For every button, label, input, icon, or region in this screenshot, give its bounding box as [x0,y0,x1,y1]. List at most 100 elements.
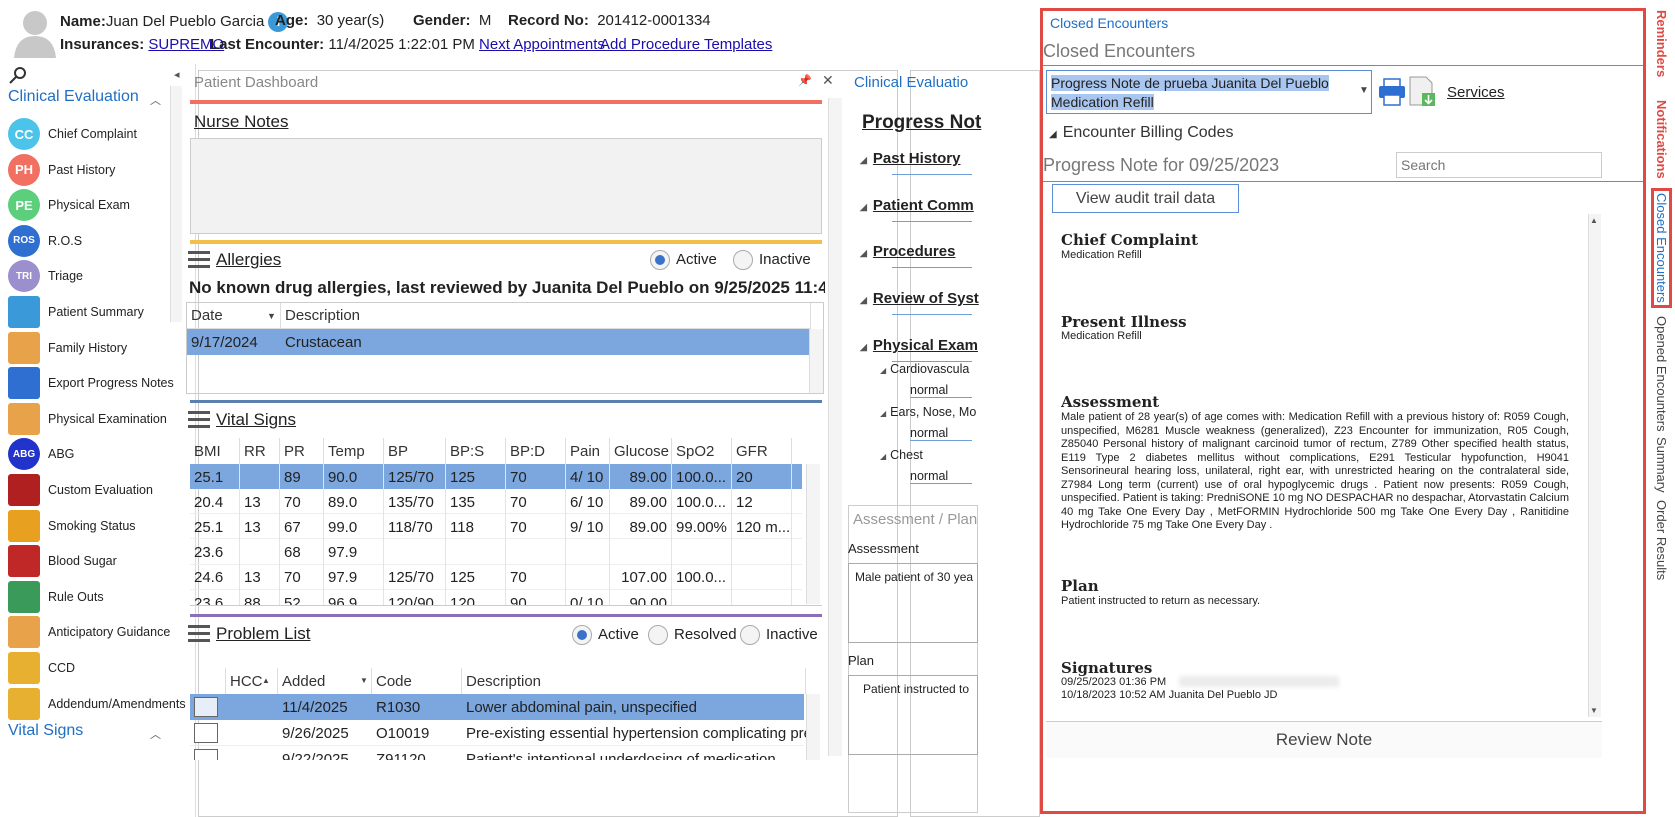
problems-resolved-radio[interactable] [648,625,668,645]
ce-section-past-history[interactable]: ◢ Past History [860,150,960,167]
sidebar-item-export-progress-notes[interactable]: Export Progress Notes [8,366,174,400]
sidebar-item-blood-sugar[interactable]: Blood Sugar [8,544,117,578]
sort-up-icon[interactable]: ▲ [262,676,270,685]
sidebar-item-chief-complaint[interactable]: CC Chief Complaint [8,117,137,151]
allergies-title[interactable]: Allergies [216,250,281,270]
problem-header-code[interactable]: Code [372,668,462,694]
problems-title[interactable]: Problem List [216,624,310,644]
sidebar-item-r-o-s[interactable]: ROS R.O.S [8,224,82,258]
vitals-row[interactable]: 23.6 68 97.9 [190,539,802,566]
pin-icon[interactable]: 📌 [798,74,812,87]
next-appointments-link[interactable]: Next Appointments [479,36,605,53]
problem-header-description[interactable]: Description [462,668,806,694]
collapse-icon[interactable]: ◢ [880,409,886,418]
problem-checkbox[interactable] [194,749,218,760]
closed-encounters-link[interactable]: Closed Encounters [1050,15,1168,31]
sidebar-item-ccd[interactable]: CCD [8,651,75,685]
problems-inactive-radio[interactable] [740,625,760,645]
collapse-icon[interactable]: ◢ [880,366,886,375]
allergies-inactive-radio[interactable] [733,250,753,270]
collapse-icon[interactable]: ◢ [860,155,867,165]
dropdown-arrow-icon[interactable]: ▼ [1359,85,1369,96]
problem-checkbox[interactable] [194,697,218,717]
print-icon[interactable] [1377,77,1407,107]
search-icon[interactable] [8,66,28,84]
problem-scrollbar[interactable] [806,694,820,760]
menu-icon[interactable] [188,251,210,269]
problem-checkbox[interactable] [194,723,218,743]
sidebar-item-custom-evaluation[interactable]: Custom Evaluation [8,473,153,507]
encounter-select[interactable]: Progress Note de prueba Juanita Del Pueb… [1046,70,1372,114]
expand-icon[interactable]: ◢ [1049,129,1057,140]
vitals-header-rr[interactable]: RR [240,438,280,464]
problem-row[interactable]: 9/22/2025 Z91120 Patient's intentional und… [190,746,804,760]
nurse-notes-title[interactable]: Nurse Notes [194,112,288,132]
view-audit-trail-button[interactable]: View audit trail data [1052,184,1239,213]
problem-header-hcc[interactable]: HCC [226,668,278,694]
sidebar-item-anticipatory-guidance[interactable]: Anticipatory Guidance [8,615,170,649]
collapse-icon[interactable]: ◢ [880,452,886,461]
ce-section-review-of-syst[interactable]: ◢ Review of Syst [860,290,979,307]
vitals-row[interactable]: 24.6 13 70 97.9 125/70 125 70 107.00 100.0... [190,564,802,591]
allergy-scrollbar[interactable] [809,329,823,393]
collapse-icon[interactable]: ◢ [860,295,867,305]
close-icon[interactable]: ✕ [822,72,834,89]
ce-subsection[interactable]: ◢ Chest [880,448,923,462]
review-note-button[interactable]: Review Note [1046,722,1602,758]
tab-closed-encounters[interactable]: Closed Encounters [1651,188,1672,308]
vital-signs-section[interactable]: Vital Signs [8,722,83,740]
vitals-header-pain[interactable]: Pain [566,438,610,464]
collapse-sidebar-icon[interactable]: ◂ [174,68,180,81]
sort-icon[interactable]: ▼ [267,311,276,321]
tab-order-results[interactable]: Order Results [1654,500,1669,580]
services-link[interactable]: Services [1447,84,1505,101]
billing-codes-toggle[interactable]: Encounter Billing Codes [1063,124,1234,141]
ce-section-procedures[interactable]: ◢ Procedures [860,243,955,260]
problems-active-radio[interactable] [572,625,592,645]
tab-reminders[interactable]: Reminders [1654,10,1669,77]
chevron-up-icon[interactable]: ︿ [150,726,161,742]
plan-field[interactable]: Patient instructed to [848,675,978,755]
collapse-icon[interactable]: ◢ [860,342,867,352]
allergies-active-radio[interactable] [650,250,670,270]
sidebar-item-physical-examination[interactable]: Physical Examination [8,402,167,436]
vitals-header-pr[interactable]: PR [280,438,324,464]
ce-section-patient-comm[interactable]: ◢ Patient Comm [860,197,974,214]
sidebar-item-physical-exam[interactable]: PE Physical Exam [8,188,130,222]
tab-opened-encounters[interactable]: Opened Encounters [1654,316,1669,432]
vitals-header-bps[interactable]: BP:S [446,438,506,464]
allergy-row[interactable]: 9/17/2024 Crustacean [187,329,809,355]
collapse-icon[interactable]: ◢ [860,248,867,258]
tab-summary[interactable]: Summary [1654,437,1669,493]
sidebar-item-patient-summary[interactable]: Patient Summary [8,295,144,329]
export-icon[interactable] [1407,75,1437,109]
clinical-evaluation-section[interactable]: Clinical Evaluation [8,88,139,106]
vitals-scrollbar[interactable] [806,464,820,604]
vitals-header-gfr[interactable]: GFR [732,438,792,464]
note-scrollbar[interactable]: ▲ ▼ [1588,214,1601,717]
vitals-header-temp[interactable]: Temp [324,438,384,464]
vitals-row[interactable]: 23.6 88 52 96.9 120/90 120 90 0/ 10 90.00 [190,590,802,605]
ce-subsection[interactable]: ◢ Ears, Nose, Mo [880,405,976,419]
sidebar-item-smoking-status[interactable]: Smoking Status [8,509,136,543]
collapse-icon[interactable]: ◢ [860,202,867,212]
nurse-notes-field[interactable] [190,138,822,234]
menu-icon[interactable] [188,411,210,429]
sidebar-item-past-history[interactable]: PH Past History [8,153,115,187]
vitals-title[interactable]: Vital Signs [216,410,296,430]
tab-notifications[interactable]: Notifications [1654,100,1669,179]
problem-header-select[interactable] [190,668,226,694]
sidebar-item-abg[interactable]: ABG ABG [8,437,74,471]
menu-icon[interactable] [188,625,210,643]
dashboard-scrollbar[interactable] [828,98,842,756]
problem-row[interactable]: 9/26/2025 O10019 Pre-existing essential hy… [190,720,806,746]
sidebar-item-addendum-amendments[interactable]: Addendum/Amendments [8,687,186,721]
vitals-header-bp[interactable]: BP [384,438,446,464]
sidebar-item-triage[interactable]: TRI Triage [8,259,83,293]
vitals-row[interactable]: 25.1 89 90.0 125/70 125 70 4/ 10 89.00 100.0... 2… [190,464,802,490]
add-procedure-templates-link[interactable]: Add Procedure Templates [600,36,772,53]
vitals-row[interactable]: 25.1 13 67 99.0 118/70 118 70 9/ 10 89.00 99.00% 1… [190,514,802,541]
vitals-header-glucose[interactable]: Glucose [610,438,672,464]
chevron-up-icon[interactable]: ︿ [150,92,161,108]
problem-row[interactable]: 11/4/2025 R1030 Lower abdominal pain, unsp… [190,694,804,720]
